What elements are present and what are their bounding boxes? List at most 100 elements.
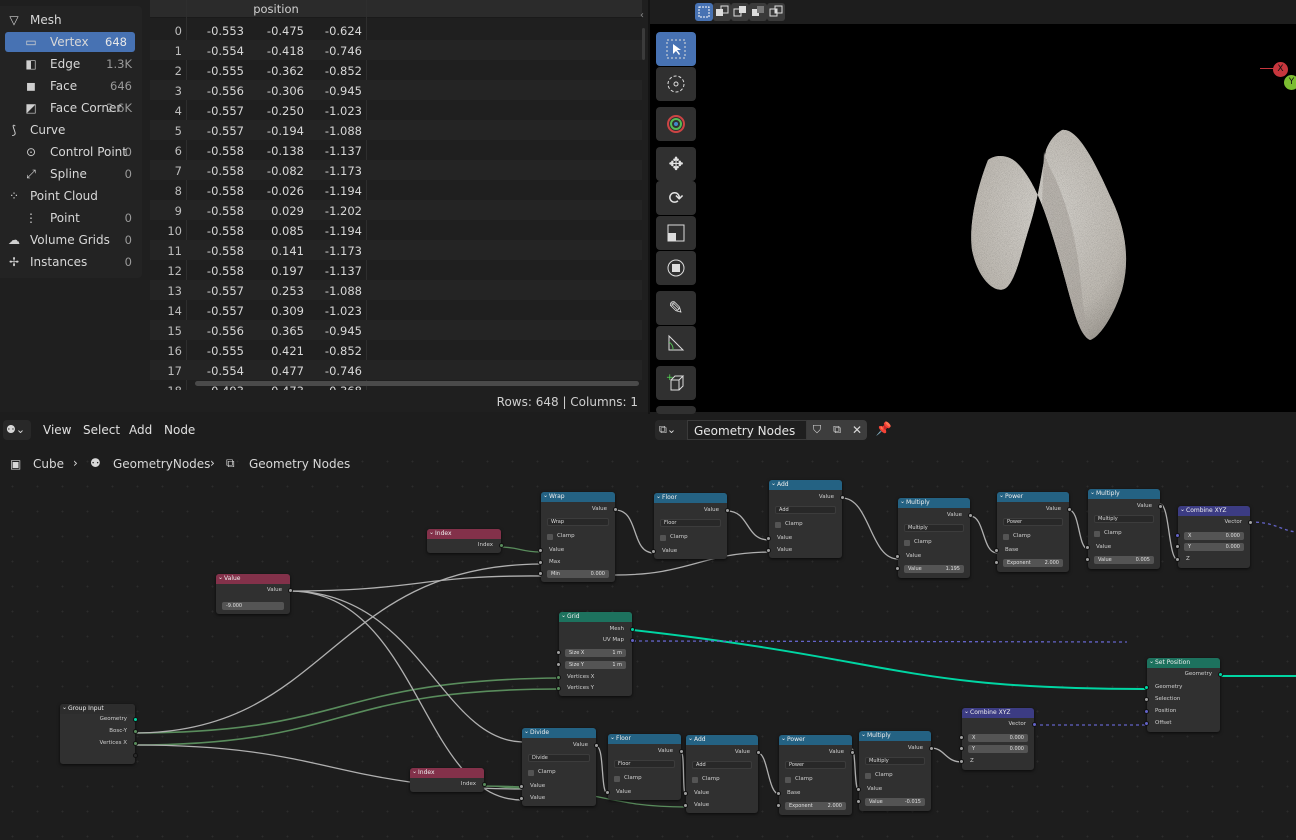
- node-header[interactable]: Divide: [522, 728, 596, 738]
- node-comb1[interactable]: Combine XYZ Vector X 0.000 Y 0.000 Z: [1175, 506, 1253, 568]
- node-header[interactable]: Value: [216, 574, 290, 584]
- node-header[interactable]: Power: [779, 735, 852, 745]
- socket[interactable]: [556, 650, 561, 655]
- clamp-checkbox[interactable]: [904, 540, 910, 546]
- node-header[interactable]: Combine XYZ: [1178, 506, 1250, 516]
- socket[interactable]: [556, 686, 561, 691]
- node-header[interactable]: Grid: [559, 612, 632, 622]
- socket[interactable]: [630, 627, 635, 632]
- socket[interactable]: [1175, 544, 1180, 549]
- socket[interactable]: [776, 791, 781, 796]
- node-header[interactable]: Multiply: [898, 498, 970, 508]
- socket[interactable]: [613, 507, 618, 512]
- node-header[interactable]: Floor: [608, 734, 681, 744]
- clamp-checkbox[interactable]: [547, 534, 553, 540]
- operation-dropdown[interactable]: Divide: [528, 754, 590, 762]
- socket[interactable]: [1175, 557, 1180, 562]
- clamp-checkbox[interactable]: [692, 777, 698, 783]
- value-field[interactable]: Y 0.000: [968, 745, 1028, 753]
- socket[interactable]: [1085, 557, 1090, 562]
- operation-dropdown[interactable]: Add: [775, 506, 836, 514]
- socket[interactable]: [756, 750, 761, 755]
- operation-dropdown[interactable]: Floor: [614, 760, 675, 768]
- node-wrap[interactable]: Wrap Value Wrap Clamp Value Max Min 0.000: [538, 492, 618, 582]
- value-field[interactable]: Value -0.015: [865, 798, 925, 806]
- node-header[interactable]: Floor: [654, 493, 727, 503]
- socket[interactable]: [679, 749, 684, 754]
- clamp-checkbox[interactable]: [865, 773, 871, 779]
- value-field[interactable]: -9.000: [222, 602, 284, 610]
- socket[interactable]: [499, 543, 504, 548]
- socket[interactable]: [959, 746, 964, 751]
- socket[interactable]: [519, 796, 524, 801]
- socket[interactable]: [895, 566, 900, 571]
- node-index2[interactable]: Index Index: [410, 768, 487, 792]
- value-field[interactable]: Exponent 2.000: [1003, 559, 1063, 567]
- socket[interactable]: [288, 588, 293, 593]
- operation-dropdown[interactable]: Add: [692, 761, 752, 769]
- socket[interactable]: [1144, 709, 1149, 714]
- socket[interactable]: [1158, 504, 1163, 509]
- socket[interactable]: [683, 791, 688, 796]
- value-field[interactable]: Value 0.005: [1094, 556, 1154, 564]
- clamp-checkbox[interactable]: [785, 777, 791, 783]
- clamp-checkbox[interactable]: [1003, 534, 1009, 540]
- socket[interactable]: [538, 548, 543, 553]
- node-comb2[interactable]: Combine XYZ Vector X 0.000 Y 0.000 Z: [959, 708, 1037, 770]
- value-field[interactable]: Y 0.000: [1184, 543, 1244, 551]
- operation-dropdown[interactable]: Multiply: [865, 757, 925, 765]
- node-divide[interactable]: Divide Value Divide Clamp Value Value: [519, 728, 599, 806]
- node-header[interactable]: Index: [427, 529, 501, 539]
- socket[interactable]: [594, 743, 599, 748]
- socket[interactable]: [556, 662, 561, 667]
- socket[interactable]: [133, 717, 138, 722]
- node-header[interactable]: Combine XYZ: [962, 708, 1034, 718]
- node-group[interactable]: Group Input Geometry Bosc-Y Vertices X: [60, 704, 138, 764]
- node-add2[interactable]: Add Value Add Clamp Value Value: [683, 735, 761, 813]
- socket[interactable]: [994, 548, 999, 553]
- node-add1[interactable]: Add Value Add Clamp Value Value: [766, 480, 845, 558]
- socket[interactable]: [1144, 697, 1149, 702]
- node-setpos[interactable]: Set Position Geometry Geometry Selection Pos…: [1144, 658, 1223, 732]
- socket[interactable]: [850, 750, 855, 755]
- clamp-checkbox[interactable]: [528, 770, 534, 776]
- socket[interactable]: [968, 513, 973, 518]
- operation-dropdown[interactable]: Wrap: [547, 518, 609, 526]
- socket[interactable]: [1144, 685, 1149, 690]
- socket[interactable]: [776, 803, 781, 808]
- socket[interactable]: [766, 548, 771, 553]
- socket[interactable]: [856, 799, 861, 804]
- value-field[interactable]: Value 1.195: [904, 565, 964, 573]
- node-index1[interactable]: Index Index: [427, 529, 504, 553]
- socket[interactable]: [994, 560, 999, 565]
- socket[interactable]: [1175, 533, 1180, 538]
- socket[interactable]: [605, 790, 610, 795]
- value-field[interactable]: X 0.000: [968, 734, 1028, 742]
- clamp-checkbox[interactable]: [775, 522, 781, 528]
- socket[interactable]: [133, 753, 138, 758]
- operation-dropdown[interactable]: Power: [1003, 518, 1063, 526]
- node-header[interactable]: Index: [410, 768, 484, 778]
- socket[interactable]: [482, 782, 487, 787]
- socket[interactable]: [133, 729, 138, 734]
- node-floor2[interactable]: Floor Value Floor Clamp Value: [605, 734, 684, 800]
- socket[interactable]: [519, 784, 524, 789]
- node-pow2[interactable]: Power Value Power Clamp Base Exponent 2.000: [776, 735, 855, 815]
- clamp-checkbox[interactable]: [1094, 531, 1100, 537]
- socket[interactable]: [766, 536, 771, 541]
- clamp-checkbox[interactable]: [660, 535, 666, 541]
- socket[interactable]: [1144, 721, 1149, 726]
- node-header[interactable]: Add: [769, 480, 842, 490]
- socket[interactable]: [683, 803, 688, 808]
- value-field[interactable]: Size Y 1 m: [565, 661, 626, 669]
- operation-dropdown[interactable]: Multiply: [1094, 515, 1154, 523]
- node-mul2[interactable]: Multiply Value Multiply Clamp Value Value 0.00…: [1085, 489, 1163, 569]
- socket[interactable]: [651, 549, 656, 554]
- node-header[interactable]: Multiply: [1088, 489, 1160, 499]
- socket[interactable]: [133, 741, 138, 746]
- node-header[interactable]: Add: [686, 735, 758, 745]
- operation-dropdown[interactable]: Multiply: [904, 524, 964, 532]
- node-header[interactable]: Group Input: [60, 704, 135, 714]
- operation-dropdown[interactable]: Power: [785, 761, 846, 769]
- socket[interactable]: [725, 508, 730, 513]
